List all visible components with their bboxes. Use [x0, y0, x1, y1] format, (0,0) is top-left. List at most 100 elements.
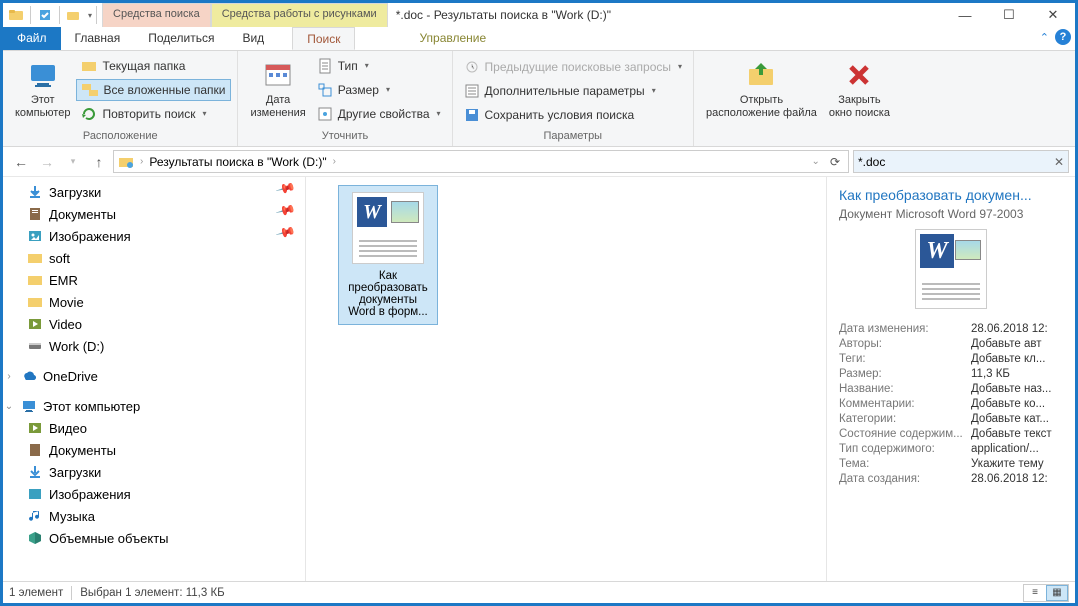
ribbon-recent-searches: Предыдущие поисковые запросы▾	[459, 56, 688, 78]
details-row: Теги:Добавьте кл...	[839, 353, 1063, 365]
details-label: Состояние содержим...	[839, 428, 971, 440]
details-value[interactable]: 28.06.2018 12:	[971, 323, 1063, 335]
details-value[interactable]: Добавьте наз...	[971, 383, 1063, 395]
tree-images[interactable]: Изображения📌	[3, 225, 305, 247]
help-icon[interactable]: ?	[1055, 29, 1071, 45]
view-icons-button[interactable]: ▦	[1046, 585, 1068, 601]
ribbon-save-search[interactable]: Сохранить условия поиска	[459, 104, 688, 126]
tab-share[interactable]: Поделиться	[134, 27, 228, 50]
word-icon: W	[918, 232, 956, 270]
ribbon-close-search[interactable]: Закрыть окно поиска	[823, 53, 896, 126]
ribbon-group-refine: Уточнить	[238, 128, 451, 146]
details-label: Теги:	[839, 353, 971, 365]
ribbon-all-subfolders[interactable]: Все вложенные папки	[76, 79, 231, 101]
tree-pc-downloads[interactable]: Загрузки	[3, 461, 305, 483]
qat-dropdown-icon[interactable]: ▾	[88, 11, 92, 20]
details-subtitle: Документ Microsoft Word 97-2003	[839, 207, 1063, 221]
nav-forward-button[interactable]: →	[35, 150, 59, 174]
tree-emr[interactable]: EMR	[3, 269, 305, 291]
chevron-right-icon[interactable]: ›	[138, 156, 145, 167]
details-row: Размер:11,3 КБ	[839, 368, 1063, 380]
content-area[interactable]: W Как преобразовать документы Word в фор…	[305, 177, 827, 581]
pin-icon[interactable]: 📌	[275, 200, 305, 228]
pin-icon[interactable]: 📌	[275, 222, 305, 250]
tab-home[interactable]: Главная	[61, 27, 135, 50]
ribbon-date-modified[interactable]: Дата изменения	[244, 53, 311, 126]
chevron-right-icon[interactable]: ›	[331, 156, 338, 167]
tree-this-pc[interactable]: ⌄Этот компьютер	[3, 395, 305, 417]
ribbon-repeat-search[interactable]: Повторить поиск▾	[76, 103, 231, 125]
word-icon: W	[355, 195, 389, 229]
nav-up-button[interactable]: ↑	[87, 150, 111, 174]
contextual-tab-search-tools: Средства поиска	[102, 3, 211, 27]
details-value[interactable]: Добавьте текст	[971, 428, 1063, 440]
maximize-button[interactable]: ☐	[987, 3, 1031, 27]
status-count: 1 элемент	[9, 587, 63, 599]
close-button[interactable]: ✕	[1031, 3, 1075, 27]
address-bar[interactable]: › Результаты поиска в "Work (D:)" › ⌄ ⟳	[113, 150, 849, 173]
tree-downloads[interactable]: Загрузки📌	[3, 181, 305, 203]
tree-onedrive[interactable]: ›OneDrive	[3, 365, 305, 387]
ribbon-type[interactable]: Тип▾	[312, 55, 446, 77]
app-icon[interactable]	[6, 5, 26, 25]
details-label: Тип содержимого:	[839, 443, 971, 455]
details-row: Комментарии:Добавьте ко...	[839, 398, 1063, 410]
tree-work-d[interactable]: Work (D:)	[3, 335, 305, 357]
tree-pc-music[interactable]: Музыка	[3, 505, 305, 527]
details-value[interactable]: Добавьте ко...	[971, 398, 1063, 410]
qat-new-folder-icon[interactable]	[64, 5, 84, 25]
view-switcher: ≡ ▦	[1023, 584, 1069, 602]
search-box[interactable]: ✕	[853, 150, 1069, 173]
details-value[interactable]: Добавьте авт	[971, 338, 1063, 350]
ribbon-open-location[interactable]: Открыть расположение файла	[700, 53, 823, 126]
tree-video[interactable]: Video	[3, 313, 305, 335]
tab-view[interactable]: Вид	[228, 27, 278, 50]
refresh-icon[interactable]: ⟳	[826, 155, 844, 169]
ribbon-open-location-label: Открыть расположение файла	[706, 94, 817, 119]
details-label: Тема:	[839, 458, 971, 470]
ribbon-advanced-options[interactable]: Дополнительные параметры▾	[459, 80, 688, 102]
search-input[interactable]	[858, 155, 1054, 169]
details-label: Название:	[839, 383, 971, 395]
tree-documents[interactable]: Документы📌	[3, 203, 305, 225]
tree-pc-3d[interactable]: Объемные объекты	[3, 527, 305, 549]
nav-recent-dropdown[interactable]: ▾	[61, 150, 85, 174]
clear-search-icon[interactable]: ✕	[1054, 155, 1064, 169]
ribbon-current-folder[interactable]: Текущая папка	[76, 55, 231, 77]
details-row: Дата изменения:28.06.2018 12:	[839, 323, 1063, 335]
expand-icon[interactable]: ›	[3, 371, 15, 382]
status-selection: Выбран 1 элемент: 11,3 КБ	[80, 587, 224, 599]
tree-pc-documents[interactable]: Документы	[3, 439, 305, 461]
tree-movie[interactable]: Movie	[3, 291, 305, 313]
tab-file[interactable]: Файл	[3, 27, 61, 50]
details-value[interactable]: 11,3 КБ	[971, 368, 1063, 380]
details-value[interactable]: Добавьте кат...	[971, 413, 1063, 425]
file-item-selected[interactable]: W Как преобразовать документы Word в фор…	[338, 185, 438, 325]
ribbon-date-label: Дата изменения	[250, 94, 305, 119]
ribbon-size[interactable]: Размер▾	[312, 79, 446, 101]
view-details-button[interactable]: ≡	[1024, 585, 1046, 601]
tree-pc-video[interactable]: Видео	[3, 417, 305, 439]
pin-icon[interactable]: 📌	[275, 178, 305, 206]
details-row: Тип содержимого:application/...	[839, 443, 1063, 455]
details-label: Категории:	[839, 413, 971, 425]
minimize-button[interactable]: —	[943, 3, 987, 27]
tab-search[interactable]: Поиск	[292, 27, 355, 50]
ribbon-this-pc[interactable]: Этот компьютер	[9, 53, 76, 126]
details-title: Как преобразовать докумен...	[839, 187, 1063, 203]
details-value[interactable]: 28.06.2018 12:	[971, 473, 1063, 485]
breadcrumb-segment[interactable]: Результаты поиска в "Work (D:)"	[149, 155, 326, 169]
tree-pc-images[interactable]: Изображения	[3, 483, 305, 505]
ribbon-other-props[interactable]: Другие свойства▾	[312, 103, 446, 125]
details-value[interactable]: Укажите тему	[971, 458, 1063, 470]
ribbon-collapse-icon[interactable]: ⌃	[1040, 31, 1049, 44]
tree-soft[interactable]: soft	[3, 247, 305, 269]
tab-manage[interactable]: Управление	[405, 27, 500, 50]
qat-properties-icon[interactable]	[35, 5, 55, 25]
details-value[interactable]: application/...	[971, 443, 1063, 455]
details-value[interactable]: Добавьте кл...	[971, 353, 1063, 365]
details-row: Дата создания:28.06.2018 12:	[839, 473, 1063, 485]
collapse-icon[interactable]: ⌄	[3, 401, 15, 412]
nav-back-button[interactable]: ←	[9, 150, 33, 174]
address-dropdown-icon[interactable]: ⌄	[810, 156, 822, 167]
